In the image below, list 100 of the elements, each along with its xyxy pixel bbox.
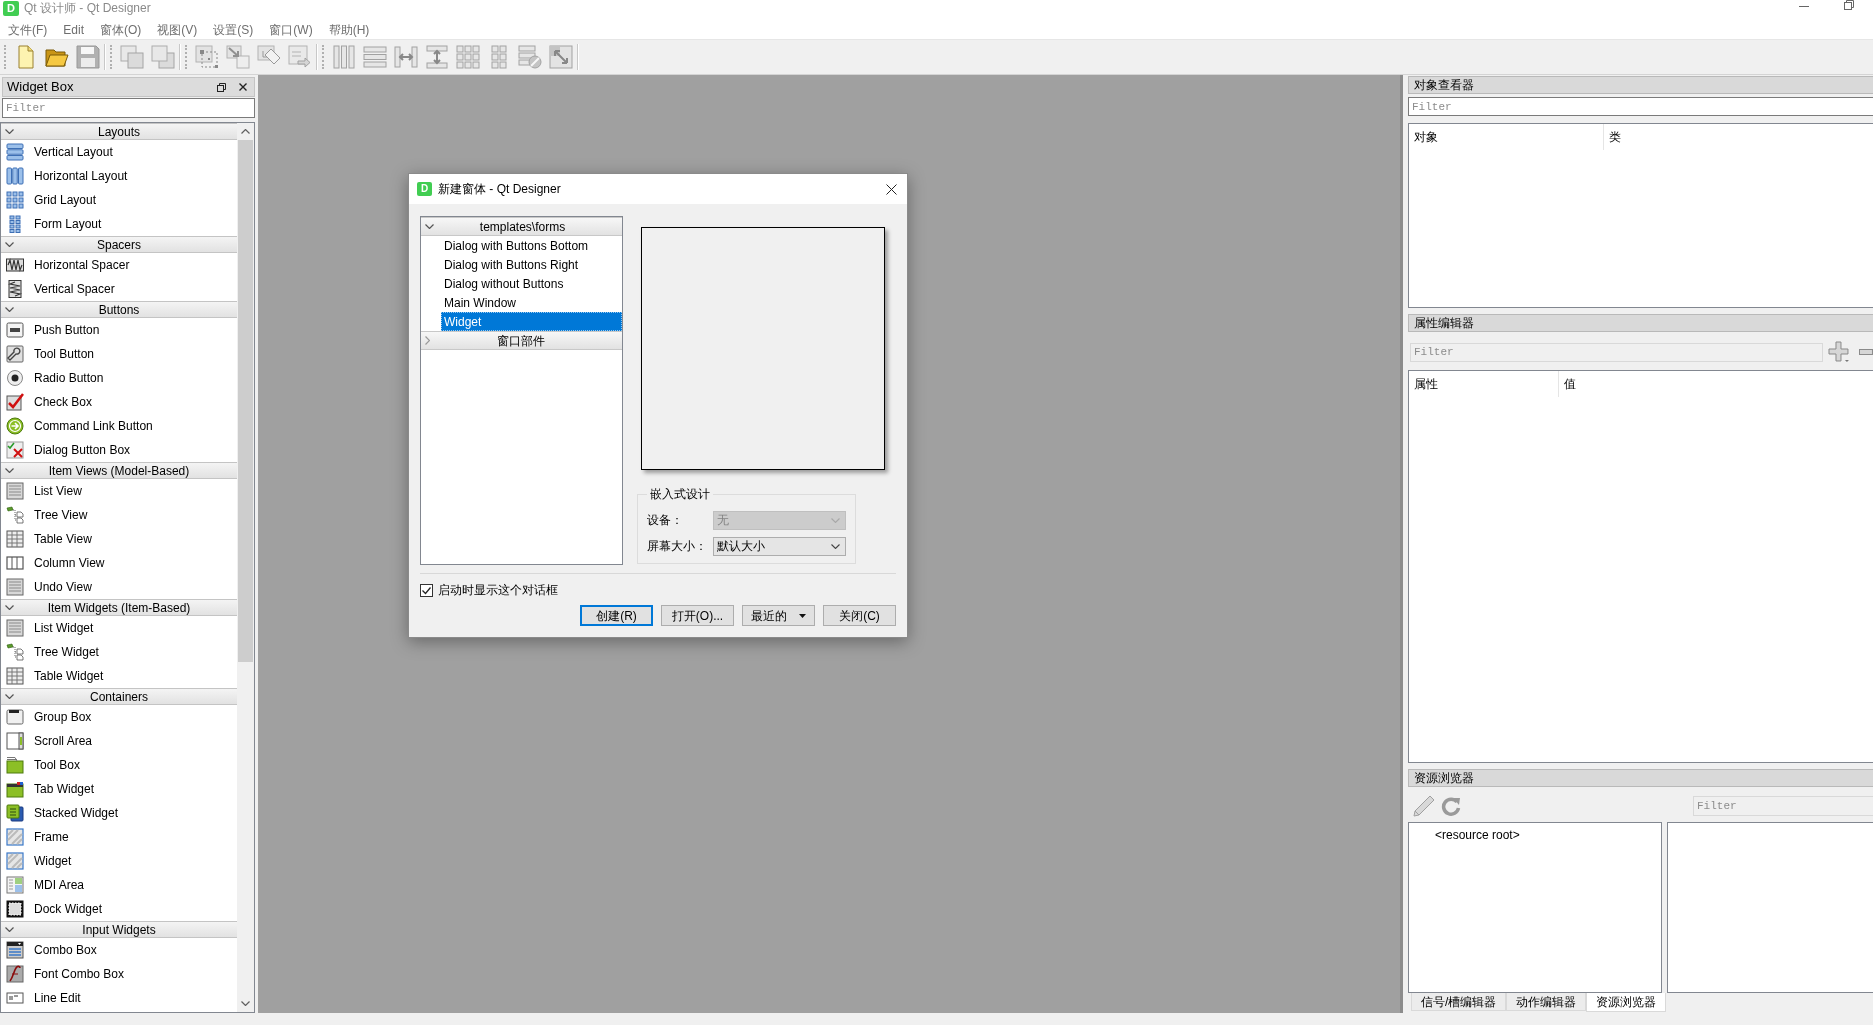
restore-icon[interactable] [1844, 0, 1854, 10]
palette-entry[interactable]: MDI Area [1, 873, 237, 897]
dashed-frame-icon [6, 900, 24, 918]
checkbox[interactable] [420, 583, 433, 597]
palette-entry[interactable]: Widget [1, 849, 237, 873]
dock-title-bar: 属性编辑器 [1408, 314, 1873, 332]
palette-entry[interactable]: List Widget [1, 616, 237, 640]
column-header[interactable]: 属性 [1409, 371, 1559, 397]
dock-tab[interactable]: 信号/槽编辑器 [1411, 993, 1507, 1011]
palette-entry[interactable]: Scroll Area [1, 729, 237, 753]
chevron-right-icon[interactable] [425, 336, 430, 345]
float-icon[interactable] [217, 82, 226, 92]
chevron-down-icon[interactable] [5, 605, 14, 610]
palette-entry[interactable]: Table Widget [1, 664, 237, 688]
check-cross-icon [6, 441, 24, 459]
palette-entry[interactable]: Check Box [1, 390, 237, 414]
palette-entry[interactable]: Dialog Button Box [1, 438, 237, 462]
dialog-button[interactable]: 关闭(C) [823, 605, 896, 626]
menu-item[interactable]: Edit [55, 20, 92, 39]
app-icon: D [417, 182, 432, 196]
menu-item[interactable]: 帮助(H) [320, 20, 378, 39]
palette-entry[interactable]: Line Edit [1, 986, 237, 1010]
minus-icon[interactable] [1859, 349, 1873, 355]
palette-entry[interactable]: List View [1, 479, 237, 503]
chevron-down-icon[interactable] [5, 307, 14, 312]
palette-entry[interactable]: Combo Box [1, 938, 237, 962]
dialog-button[interactable]: 最近的 [742, 605, 815, 626]
checkbox-label[interactable]: 启动时显示这个对话框 [438, 581, 558, 599]
plus-icon[interactable] [1828, 341, 1851, 363]
palette-entry[interactable]: Push Button [1, 318, 237, 342]
palette-entry[interactable]: Form Layout [1, 212, 237, 236]
column-header[interactable]: 对象 [1409, 124, 1604, 150]
dock-tab[interactable]: 动作编辑器 [1506, 993, 1587, 1011]
palette-entry[interactable]: Table View [1, 527, 237, 551]
palette-entry[interactable]: Radio Button [1, 366, 237, 390]
chevron-up-icon[interactable] [241, 129, 250, 134]
palette-entry[interactable]: Tool Box [1, 753, 237, 777]
tree-header[interactable]: templates\forms [421, 217, 622, 236]
column-header[interactable]: 类 [1604, 124, 1873, 150]
chevron-down-icon[interactable] [5, 129, 14, 134]
checkmark-box-icon [6, 393, 24, 411]
filter-field[interactable]: Filter [1408, 97, 1873, 116]
menu-item[interactable]: 窗体(O) [92, 20, 150, 39]
palette-entry[interactable]: Group Box [1, 705, 237, 729]
chevron-down-icon[interactable] [5, 927, 14, 932]
list-lines-icon [6, 482, 24, 500]
chevron-down-icon[interactable] [5, 694, 14, 699]
palette-entry[interactable]: Stacked Widget [1, 801, 237, 825]
palette-entry[interactable]: Vertical Spacer [1, 277, 237, 301]
tree-item[interactable]: <resource root> [1435, 826, 1520, 844]
dialog-button[interactable]: 打开(O)... [661, 605, 734, 626]
chevron-down-icon[interactable] [5, 242, 14, 247]
table-grid-icon [6, 667, 24, 685]
palette-entry[interactable]: Horizontal Spacer [1, 253, 237, 277]
palette-entry[interactable]: Tree View [1, 503, 237, 527]
category-header[interactable]: Input Widgets [1, 921, 237, 938]
palette-entry[interactable]: Tab Widget [1, 777, 237, 801]
category-header[interactable]: Buttons [1, 301, 237, 318]
chevron-down-icon[interactable] [241, 1001, 250, 1006]
menu-item[interactable]: 窗口(W) [261, 20, 321, 39]
close-icon[interactable] [239, 83, 247, 91]
palette-entry[interactable]: Tree Widget [1, 640, 237, 664]
tree-header[interactable]: 窗口部件 [421, 331, 622, 350]
palette-entry[interactable]: Horizontal Layout [1, 164, 237, 188]
dropdown[interactable]: 默认大小 [713, 536, 846, 556]
category-header[interactable]: Item Views (Model-Based) [1, 462, 237, 479]
dialog-button[interactable]: 创建(R) [580, 605, 653, 626]
menu-item[interactable]: 文件(F) [0, 20, 56, 39]
menu-item[interactable]: 视图(V) [149, 20, 206, 39]
curve-stroke-icon [6, 965, 24, 983]
group-frame-icon [6, 708, 24, 726]
template-item[interactable]: Widget [441, 312, 622, 331]
palette-entry[interactable]: Frame [1, 825, 237, 849]
chevron-down-icon [831, 517, 840, 523]
menu-item[interactable]: 设置(S) [205, 20, 262, 39]
palette-entry[interactable]: Column View [1, 551, 237, 575]
pencil-icon[interactable] [1413, 795, 1435, 817]
scroll-thumb[interactable] [238, 140, 253, 662]
category-header[interactable]: Layouts [1, 123, 237, 140]
close-icon[interactable] [886, 183, 897, 195]
palette-entry[interactable]: Command Link Button [1, 414, 237, 438]
palette-entry[interactable]: Dock Widget [1, 897, 237, 921]
chevron-down-icon[interactable] [5, 468, 14, 473]
tree-nodes-icon [6, 643, 24, 661]
palette-entry[interactable]: Vertical Layout [1, 140, 237, 164]
category-header[interactable]: Containers [1, 688, 237, 705]
chevron-down-icon[interactable] [425, 224, 434, 229]
reload-icon[interactable] [1441, 796, 1461, 816]
category-header[interactable]: Spacers [1, 236, 237, 253]
filter-field[interactable]: Filter [2, 98, 255, 118]
palette-entry[interactable]: Grid Layout [1, 188, 237, 212]
palette-entry[interactable]: Font Combo Box [1, 962, 237, 986]
scrollbar[interactable] [237, 123, 254, 1012]
list-lines-icon [6, 619, 24, 637]
category-header[interactable]: Item Widgets (Item-Based) [1, 599, 237, 616]
palette-entry[interactable]: Undo View [1, 575, 237, 599]
dock-tab[interactable]: 资源浏览器 [1586, 993, 1667, 1012]
list-lines-icon [6, 578, 24, 596]
palette-entry[interactable]: Tool Button [1, 342, 237, 366]
column-header[interactable]: 值 [1559, 371, 1873, 397]
